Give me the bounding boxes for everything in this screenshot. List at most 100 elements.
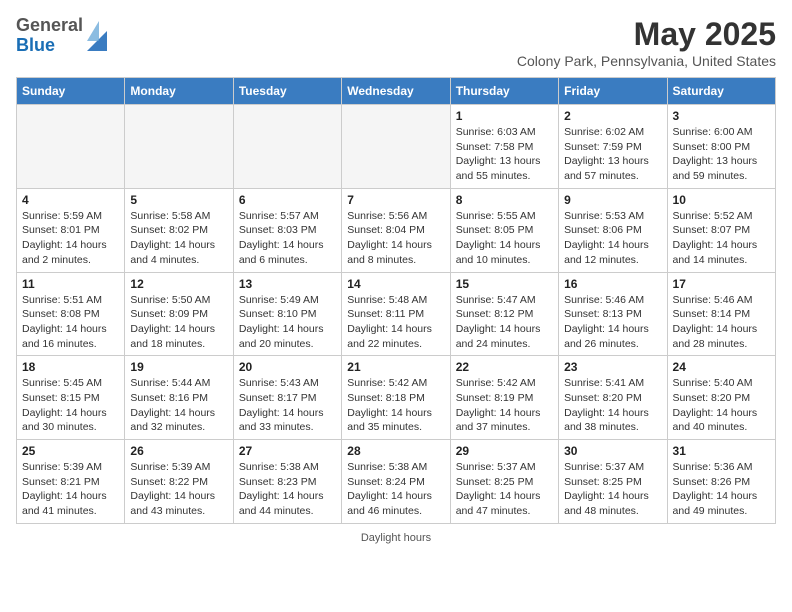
day-number: 23 — [564, 360, 661, 374]
day-number: 27 — [239, 444, 336, 458]
calendar-day-header: Thursday — [450, 78, 558, 105]
calendar-cell: 6 Sunrise: 5:57 AMSunset: 8:03 PMDaylight… — [233, 188, 341, 272]
day-info: Sunrise: 5:42 AMSunset: 8:18 PMDaylight:… — [347, 376, 444, 435]
day-info: Sunrise: 5:52 AMSunset: 8:07 PMDaylight:… — [673, 209, 770, 268]
day-number: 30 — [564, 444, 661, 458]
day-info: Sunrise: 5:42 AMSunset: 8:19 PMDaylight:… — [456, 376, 553, 435]
day-info: Sunrise: 5:51 AMSunset: 8:08 PMDaylight:… — [22, 293, 119, 352]
calendar-cell: 29Sunrise: 5:37 AMSunset: 8:25 PMDayligh… — [450, 440, 558, 524]
day-number: 18 — [22, 360, 119, 374]
day-info: Sunrise: 5:53 AMSunset: 8:06 PMDaylight:… — [564, 209, 661, 268]
calendar-cell: 2 Sunrise: 6:02 AMSunset: 7:59 PMDaylight… — [559, 105, 667, 189]
calendar-cell — [233, 105, 341, 189]
day-info: Sunrise: 5:49 AMSunset: 8:10 PMDaylight:… — [239, 293, 336, 352]
logo-blue-text: Blue — [16, 36, 83, 56]
calendar-cell: 10 Sunrise: 5:52 AMSunset: 8:07 PMDayligh… — [667, 188, 775, 272]
day-info: Sunrise: 5:37 AMSunset: 8:25 PMDaylight:… — [456, 460, 553, 519]
calendar-cell: 25Sunrise: 5:39 AMSunset: 8:21 PMDayligh… — [17, 440, 125, 524]
day-info: Sunrise: 5:39 AMSunset: 8:22 PMDaylight:… — [130, 460, 227, 519]
footer-note: Daylight hours — [16, 532, 776, 544]
calendar-cell: 5 Sunrise: 5:58 AMSunset: 8:02 PMDaylight… — [125, 188, 233, 272]
day-info: Sunrise: 5:36 AMSunset: 8:26 PMDaylight:… — [673, 460, 770, 519]
calendar-cell: 30 Sunrise: 5:37 AMSunset: 8:25 PMDayligh… — [559, 440, 667, 524]
day-info: Sunrise: 5:37 AMSunset: 8:25 PMDaylight:… — [564, 460, 661, 519]
calendar-cell — [342, 105, 450, 189]
day-number: 21 — [347, 360, 444, 374]
day-info: Sunrise: 5:50 AMSunset: 8:09 PMDaylight:… — [130, 293, 227, 352]
day-info: Sunrise: 5:40 AMSunset: 8:20 PMDaylight:… — [673, 376, 770, 435]
day-info: Sunrise: 5:41 AMSunset: 8:20 PMDaylight:… — [564, 376, 661, 435]
calendar-day-header: Wednesday — [342, 78, 450, 105]
day-info: Sunrise: 5:58 AMSunset: 8:02 PMDaylight:… — [130, 209, 227, 268]
calendar-cell: 4 Sunrise: 5:59 AMSunset: 8:01 PMDaylight… — [17, 188, 125, 272]
day-number: 8 — [456, 193, 553, 207]
day-number: 15 — [456, 277, 553, 291]
logo: General Blue — [16, 16, 107, 56]
calendar-week-row: 25Sunrise: 5:39 AMSunset: 8:21 PMDayligh… — [17, 440, 776, 524]
calendar-cell: 18 Sunrise: 5:45 AMSunset: 8:15 PMDayligh… — [17, 356, 125, 440]
day-number: 11 — [22, 277, 119, 291]
calendar-cell: 12 Sunrise: 5:50 AMSunset: 8:09 PMDayligh… — [125, 272, 233, 356]
calendar-week-row: 1Sunrise: 6:03 AMSunset: 7:58 PMDaylight… — [17, 105, 776, 189]
day-number: 16 — [564, 277, 661, 291]
calendar-cell: 24Sunrise: 5:40 AMSunset: 8:20 PMDayligh… — [667, 356, 775, 440]
calendar-week-row: 4 Sunrise: 5:59 AMSunset: 8:01 PMDaylight… — [17, 188, 776, 272]
day-number: 19 — [130, 360, 227, 374]
day-number: 9 — [564, 193, 661, 207]
day-info: Sunrise: 5:57 AMSunset: 8:03 PMDaylight:… — [239, 209, 336, 268]
day-number: 20 — [239, 360, 336, 374]
calendar-day-header: Tuesday — [233, 78, 341, 105]
calendar-cell: 13 Sunrise: 5:49 AMSunset: 8:10 PMDayligh… — [233, 272, 341, 356]
day-number: 3 — [673, 109, 770, 123]
calendar-day-header: Friday — [559, 78, 667, 105]
day-info: Sunrise: 5:38 AMSunset: 8:24 PMDaylight:… — [347, 460, 444, 519]
main-title: May 2025 — [517, 16, 776, 53]
day-number: 12 — [130, 277, 227, 291]
calendar-cell: 21 Sunrise: 5:42 AMSunset: 8:18 PMDayligh… — [342, 356, 450, 440]
day-number: 28 — [347, 444, 444, 458]
calendar-cell — [125, 105, 233, 189]
calendar-cell: 19 Sunrise: 5:44 AMSunset: 8:16 PMDayligh… — [125, 356, 233, 440]
day-number: 7 — [347, 193, 444, 207]
day-number: 26 — [130, 444, 227, 458]
day-info: Sunrise: 6:00 AMSunset: 8:00 PMDaylight:… — [673, 125, 770, 184]
day-info: Sunrise: 5:44 AMSunset: 8:16 PMDaylight:… — [130, 376, 227, 435]
title-block: May 2025 Colony Park, Pennsylvania, Unit… — [517, 16, 776, 69]
day-info: Sunrise: 6:02 AMSunset: 7:59 PMDaylight:… — [564, 125, 661, 184]
calendar-cell: 3 Sunrise: 6:00 AMSunset: 8:00 PMDaylight… — [667, 105, 775, 189]
day-number: 17 — [673, 277, 770, 291]
calendar-cell: 22Sunrise: 5:42 AMSunset: 8:19 PMDayligh… — [450, 356, 558, 440]
day-number: 10 — [673, 193, 770, 207]
day-number: 25 — [22, 444, 119, 458]
calendar-cell — [17, 105, 125, 189]
calendar-cell: 17 Sunrise: 5:46 AMSunset: 8:14 PMDayligh… — [667, 272, 775, 356]
day-number: 31 — [673, 444, 770, 458]
calendar-day-header: Saturday — [667, 78, 775, 105]
day-info: Sunrise: 5:59 AMSunset: 8:01 PMDaylight:… — [22, 209, 119, 268]
daylight-label: Daylight hours — [361, 532, 431, 544]
logo-icon — [87, 21, 107, 51]
day-info: Sunrise: 5:43 AMSunset: 8:17 PMDaylight:… — [239, 376, 336, 435]
calendar-cell: 11 Sunrise: 5:51 AMSunset: 8:08 PMDayligh… — [17, 272, 125, 356]
day-info: Sunrise: 5:46 AMSunset: 8:14 PMDaylight:… — [673, 293, 770, 352]
day-info: Sunrise: 6:03 AMSunset: 7:58 PMDaylight:… — [456, 125, 553, 184]
day-info: Sunrise: 5:45 AMSunset: 8:15 PMDaylight:… — [22, 376, 119, 435]
calendar-cell: 27Sunrise: 5:38 AMSunset: 8:23 PMDayligh… — [233, 440, 341, 524]
day-number: 6 — [239, 193, 336, 207]
page-header: General Blue May 2025 Colony Park, Penns… — [16, 16, 776, 69]
day-number: 4 — [22, 193, 119, 207]
day-info: Sunrise: 5:55 AMSunset: 8:05 PMDaylight:… — [456, 209, 553, 268]
calendar-cell: 31 Sunrise: 5:36 AMSunset: 8:26 PMDayligh… — [667, 440, 775, 524]
day-info: Sunrise: 5:47 AMSunset: 8:12 PMDaylight:… — [456, 293, 553, 352]
day-number: 2 — [564, 109, 661, 123]
calendar-table: SundayMondayTuesdayWednesdayThursdayFrid… — [16, 77, 776, 524]
calendar-cell: 15 Sunrise: 5:47 AMSunset: 8:12 PMDayligh… — [450, 272, 558, 356]
calendar-week-row: 18 Sunrise: 5:45 AMSunset: 8:15 PMDayligh… — [17, 356, 776, 440]
day-number: 5 — [130, 193, 227, 207]
calendar-week-row: 11 Sunrise: 5:51 AMSunset: 8:08 PMDayligh… — [17, 272, 776, 356]
logo-general-text: General — [16, 16, 83, 36]
calendar-cell: 1Sunrise: 6:03 AMSunset: 7:58 PMDaylight… — [450, 105, 558, 189]
day-number: 13 — [239, 277, 336, 291]
subtitle: Colony Park, Pennsylvania, United States — [517, 53, 776, 69]
day-info: Sunrise: 5:46 AMSunset: 8:13 PMDaylight:… — [564, 293, 661, 352]
